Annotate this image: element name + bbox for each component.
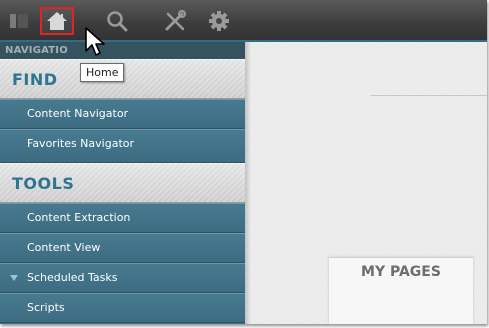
sidebar-item-label: Favorites Navigator bbox=[27, 137, 135, 150]
sidebar-item-content-extraction[interactable]: Content Extraction bbox=[0, 203, 245, 233]
tools-button[interactable] bbox=[158, 7, 192, 35]
settings-button[interactable] bbox=[202, 7, 236, 35]
main-content: MY PAGES bbox=[245, 42, 487, 324]
sidebar-item-label: Content View bbox=[27, 241, 101, 254]
content-divider bbox=[371, 95, 487, 96]
home-tooltip: Home bbox=[80, 63, 125, 82]
sidebar-item-label: Content Extraction bbox=[27, 211, 131, 224]
sidebar-item-content-view[interactable]: Content View bbox=[0, 233, 245, 263]
sidebar-item-label: Content Navigator bbox=[27, 107, 129, 120]
expand-arrow-icon[interactable] bbox=[10, 275, 18, 281]
section-tools-label: TOOLS bbox=[12, 174, 75, 193]
app-window: MY PAGES NAVIGATIO FIND Content Navigato… bbox=[0, 0, 487, 324]
home-button[interactable] bbox=[40, 7, 74, 35]
section-tools[interactable]: TOOLS bbox=[0, 163, 245, 203]
sidebar-item-scripts[interactable]: Scripts bbox=[0, 293, 245, 323]
panel-toggle-icon bbox=[9, 13, 29, 29]
sidebar: NAVIGATIO FIND Content Navigator Favorit… bbox=[0, 42, 245, 324]
sidebar-item-favorites-navigator[interactable]: Favorites Navigator bbox=[0, 129, 245, 163]
top-toolbar bbox=[0, 0, 487, 42]
sidebar-item-content-navigator[interactable]: Content Navigator bbox=[0, 99, 245, 129]
panel-toggle-button[interactable] bbox=[4, 7, 34, 35]
sidebar-item-label: Scheduled Tasks bbox=[27, 271, 118, 284]
navigation-header: NAVIGATIO bbox=[0, 42, 245, 59]
search-icon bbox=[106, 10, 128, 32]
tools-icon bbox=[164, 10, 186, 32]
content-edge-shadow bbox=[245, 42, 251, 324]
navigation-header-label: NAVIGATIO bbox=[5, 45, 68, 56]
gear-icon bbox=[208, 10, 230, 32]
tab-my-pages-label: MY PAGES bbox=[361, 264, 441, 280]
section-find-label: FIND bbox=[12, 70, 58, 89]
mouse-cursor-icon bbox=[84, 26, 106, 62]
tab-my-pages[interactable]: MY PAGES bbox=[328, 257, 474, 324]
sidebar-item-label: Scripts bbox=[27, 301, 65, 314]
sidebar-item-scheduled-tasks[interactable]: Scheduled Tasks bbox=[0, 263, 245, 293]
home-icon bbox=[46, 11, 68, 31]
